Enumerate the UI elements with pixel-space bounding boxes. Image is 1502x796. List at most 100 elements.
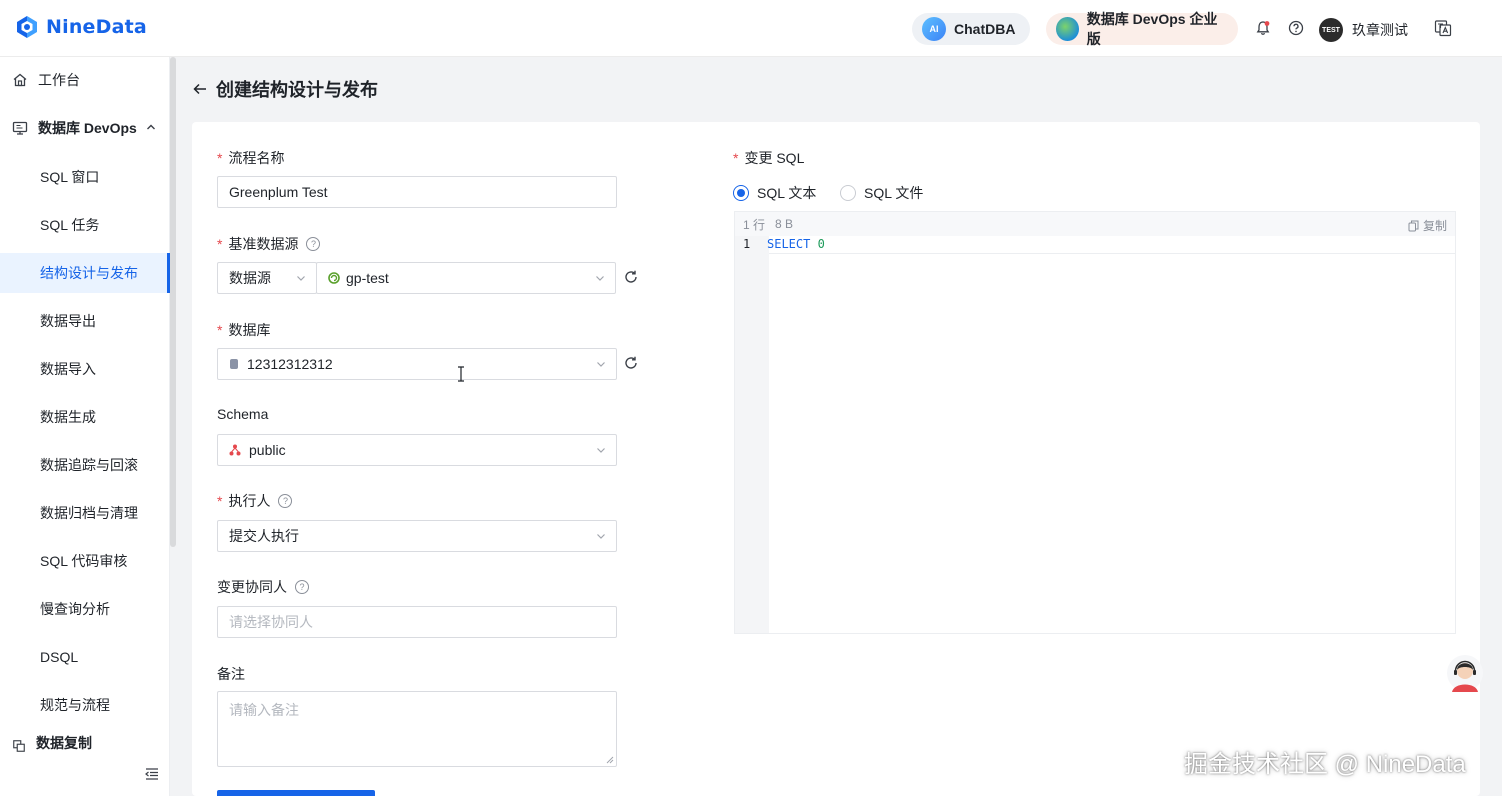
sidebar-item-label: 数据导入 <box>40 361 96 377</box>
executor-label-text: 执行人 <box>228 493 271 509</box>
datasource-label-text: 基准数据源 <box>228 236 299 252</box>
editor-byte-count: 8 B <box>775 217 794 231</box>
sidebar-item-label: 数据归档与清理 <box>40 505 138 521</box>
flow-name-input[interactable]: Greenplum Test <box>217 176 617 208</box>
datasource-select[interactable]: gp-test <box>316 262 616 294</box>
sidebar-item-schema-design[interactable]: 结构设计与发布 <box>0 253 170 293</box>
globe-icon <box>1056 17 1079 41</box>
datasource-type-value: 数据源 <box>229 270 271 286</box>
sidebar-item-slow-query[interactable]: 慢查询分析 <box>0 589 170 629</box>
sidebar-item-label: 数据导出 <box>40 313 96 329</box>
change-sql-label-text: 变更 SQL <box>744 150 805 166</box>
database-label: * 数据库 <box>217 320 270 340</box>
executor-value: 提交人执行 <box>229 528 299 544</box>
monitor-icon <box>12 121 28 135</box>
sidebar-item-label: SQL 任务 <box>40 217 100 233</box>
watermark: 掘金技术社区 @ NineData <box>1184 751 1466 778</box>
radio-sql-file[interactable]: SQL 文件 <box>840 183 923 203</box>
back-arrow-icon[interactable] <box>192 81 208 97</box>
schema-label: Schema <box>217 406 268 422</box>
sidebar-item-label: 慢查询分析 <box>40 601 110 617</box>
database-value: 12312312312 <box>247 356 333 372</box>
sidebar-group-label: 数据库 DevOps <box>38 120 137 136</box>
sql-editor[interactable]: 1 行 8 B 复制 1 SELECT 0 <box>734 211 1456 634</box>
remark-label: 备注 <box>217 664 245 684</box>
copy-button[interactable]: 复制 <box>1408 217 1447 234</box>
sidebar-item-standards[interactable]: 规范与流程 <box>0 685 170 725</box>
remark-textarea[interactable]: 请输入备注 <box>217 691 617 767</box>
executor-select[interactable]: 提交人执行 <box>217 520 617 552</box>
collaborator-placeholder: 请选择协同人 <box>229 614 313 630</box>
chevron-down-icon <box>596 276 604 281</box>
datasource-type-select[interactable]: 数据源 <box>217 262 317 294</box>
user-avatar[interactable]: TEST <box>1319 18 1343 42</box>
schema-select[interactable]: public <box>217 434 617 466</box>
logo-text: NineData <box>46 16 147 38</box>
collapse-menu-icon[interactable] <box>144 766 160 782</box>
remark-placeholder: 请输入备注 <box>229 702 299 718</box>
database-icon <box>230 359 238 369</box>
sidebar-group-devops[interactable]: 数据库 DevOps <box>0 108 170 148</box>
schema-value: public <box>249 442 286 458</box>
collaborator-select[interactable]: 请选择协同人 <box>217 606 617 638</box>
sidebar-item-dsql[interactable]: DSQL <box>0 637 170 677</box>
flow-name-label: * 流程名称 <box>217 148 284 168</box>
radio-checked-icon <box>733 185 749 201</box>
sidebar-item-label: 规范与流程 <box>40 697 110 713</box>
sidebar-item-workbench[interactable]: 工作台 <box>0 60 170 100</box>
language-switch-icon[interactable] <box>1434 19 1452 37</box>
help-icon[interactable]: ? <box>306 237 321 251</box>
sidebar-item-data-generate[interactable]: 数据生成 <box>0 397 170 437</box>
home-icon <box>13 73 27 87</box>
editor-gutter <box>735 236 769 633</box>
help-icon[interactable] <box>1287 19 1305 37</box>
sidebar-item-label: 结构设计与发布 <box>40 265 138 281</box>
top-header: NineData AI ChatDBA 数据库 DevOps 企业版 TEST … <box>0 0 1502 57</box>
sidebar-item-sql-review[interactable]: SQL 代码审核 <box>0 541 170 581</box>
sidebar-item-data-archive[interactable]: 数据归档与清理 <box>0 493 170 533</box>
text-cursor-icon <box>458 366 464 382</box>
user-name[interactable]: 玖章测试 <box>1352 20 1408 40</box>
support-agent-icon[interactable] <box>1446 654 1484 694</box>
resize-handle-icon[interactable] <box>606 756 614 764</box>
editor-line-count: 1 行 <box>743 217 766 232</box>
refresh-icon[interactable] <box>623 355 639 371</box>
chevron-up-icon <box>147 124 155 130</box>
sidebar-item-data-import[interactable]: 数据导入 <box>0 349 170 389</box>
ninedata-logo-icon <box>17 16 37 38</box>
refresh-icon[interactable] <box>623 269 639 285</box>
required-mark: * <box>217 493 223 509</box>
sidebar-item-label: SQL 窗口 <box>40 169 100 185</box>
required-mark: * <box>217 236 223 252</box>
sidebar-item-data-export[interactable]: 数据导出 <box>0 301 170 341</box>
flow-name-label-text: 流程名称 <box>228 150 285 166</box>
database-select[interactable]: 12312312312 <box>217 348 617 380</box>
help-icon[interactable]: ? <box>295 580 309 594</box>
ninedata-logo[interactable]: NineData <box>14 14 147 40</box>
sidebar-group-replication[interactable]: 数据复制 <box>0 733 170 753</box>
bell-icon[interactable] <box>1254 19 1272 37</box>
submit-button[interactable] <box>217 790 375 796</box>
editor-status-bar: 1 行 8 B 复制 <box>735 212 1455 236</box>
chatdba-button[interactable]: AI ChatDBA <box>912 13 1030 45</box>
radio-sql-text-label: SQL 文本 <box>757 185 817 201</box>
sql-number: 0 <box>817 237 825 251</box>
required-mark: * <box>217 322 223 338</box>
sidebar-item-sql-window[interactable]: SQL 窗口 <box>0 157 170 197</box>
change-sql-label: * 变更 SQL <box>733 148 804 168</box>
devops-edition-button[interactable]: 数据库 DevOps 企业版 <box>1046 11 1238 47</box>
sidebar-scrollbar[interactable] <box>170 57 176 547</box>
collaborator-label: 变更协同人 ? <box>217 577 309 597</box>
database-label-text: 数据库 <box>228 322 271 338</box>
datasource-value: gp-test <box>346 270 389 286</box>
flow-name-value: Greenplum Test <box>229 184 328 200</box>
sidebar-item-data-rollback[interactable]: 数据追踪与回滚 <box>0 445 170 485</box>
sidebar-item-label: 工作台 <box>38 72 80 88</box>
remark-label-text: 备注 <box>217 666 245 682</box>
code-line[interactable]: SELECT 0 <box>767 237 825 251</box>
radio-sql-text[interactable]: SQL 文本 <box>733 183 816 203</box>
copy-label: 复制 <box>1422 219 1447 233</box>
sidebar-item-sql-task[interactable]: SQL 任务 <box>0 205 170 245</box>
help-icon[interactable]: ? <box>278 494 293 508</box>
schema-label-text: Schema <box>217 406 269 422</box>
